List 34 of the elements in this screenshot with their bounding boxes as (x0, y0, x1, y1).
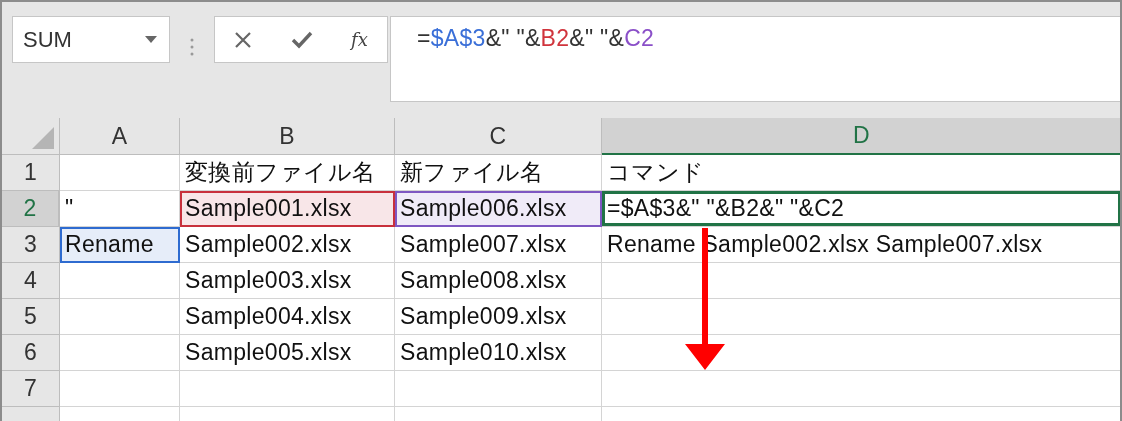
table-cell: コマンド (602, 155, 1120, 191)
row-header[interactable]: 4 (2, 263, 60, 299)
column-header[interactable]: C (395, 118, 602, 155)
drag-handle-icon[interactable] (190, 38, 194, 56)
table-cell: Sample006.xlsx (395, 191, 602, 227)
column-header[interactable]: B (180, 118, 395, 155)
formula-bar[interactable]: =$A$3&" "&B2&" "&C2 (390, 16, 1120, 102)
row-header[interactable]: 2 (2, 191, 60, 227)
table-cell: Sample010.xlsx (395, 335, 602, 371)
table-cell: Sample001.xlsx (180, 191, 395, 227)
table-cell: Sample008.xlsx (395, 263, 602, 299)
table-cell: Sample009.xlsx (395, 299, 602, 335)
corner-triangle-icon (32, 127, 54, 149)
column-header[interactable]: D (602, 118, 1120, 155)
table-cell: Rename (60, 227, 180, 263)
row-header[interactable]: 3 (2, 227, 60, 263)
checkmark-icon (290, 30, 313, 49)
name-box-value: SUM (23, 26, 72, 54)
table-cell: Sample002.xlsx (180, 227, 395, 263)
table-cell: Sample005.xlsx (180, 335, 395, 371)
name-box[interactable]: SUM (12, 16, 170, 63)
table-cell: Sample004.xlsx (180, 299, 395, 335)
close-icon (234, 30, 253, 49)
dropdown-caret-icon (145, 36, 157, 43)
row-header[interactable]: 7 (2, 371, 60, 407)
insert-function-button[interactable]: fx (346, 28, 372, 51)
row-header[interactable]: 6 (2, 335, 60, 371)
table-cell: Sample007.xlsx (395, 227, 602, 263)
table-cell: =$A$3&" "&B2&" "&C2 (602, 191, 1120, 227)
row-header[interactable]: 5 (2, 299, 60, 335)
row-header[interactable]: 1 (2, 155, 60, 191)
select-all-corner[interactable] (2, 118, 60, 155)
table-cell: Sample003.xlsx (180, 263, 395, 299)
column-header[interactable]: A (60, 118, 180, 155)
